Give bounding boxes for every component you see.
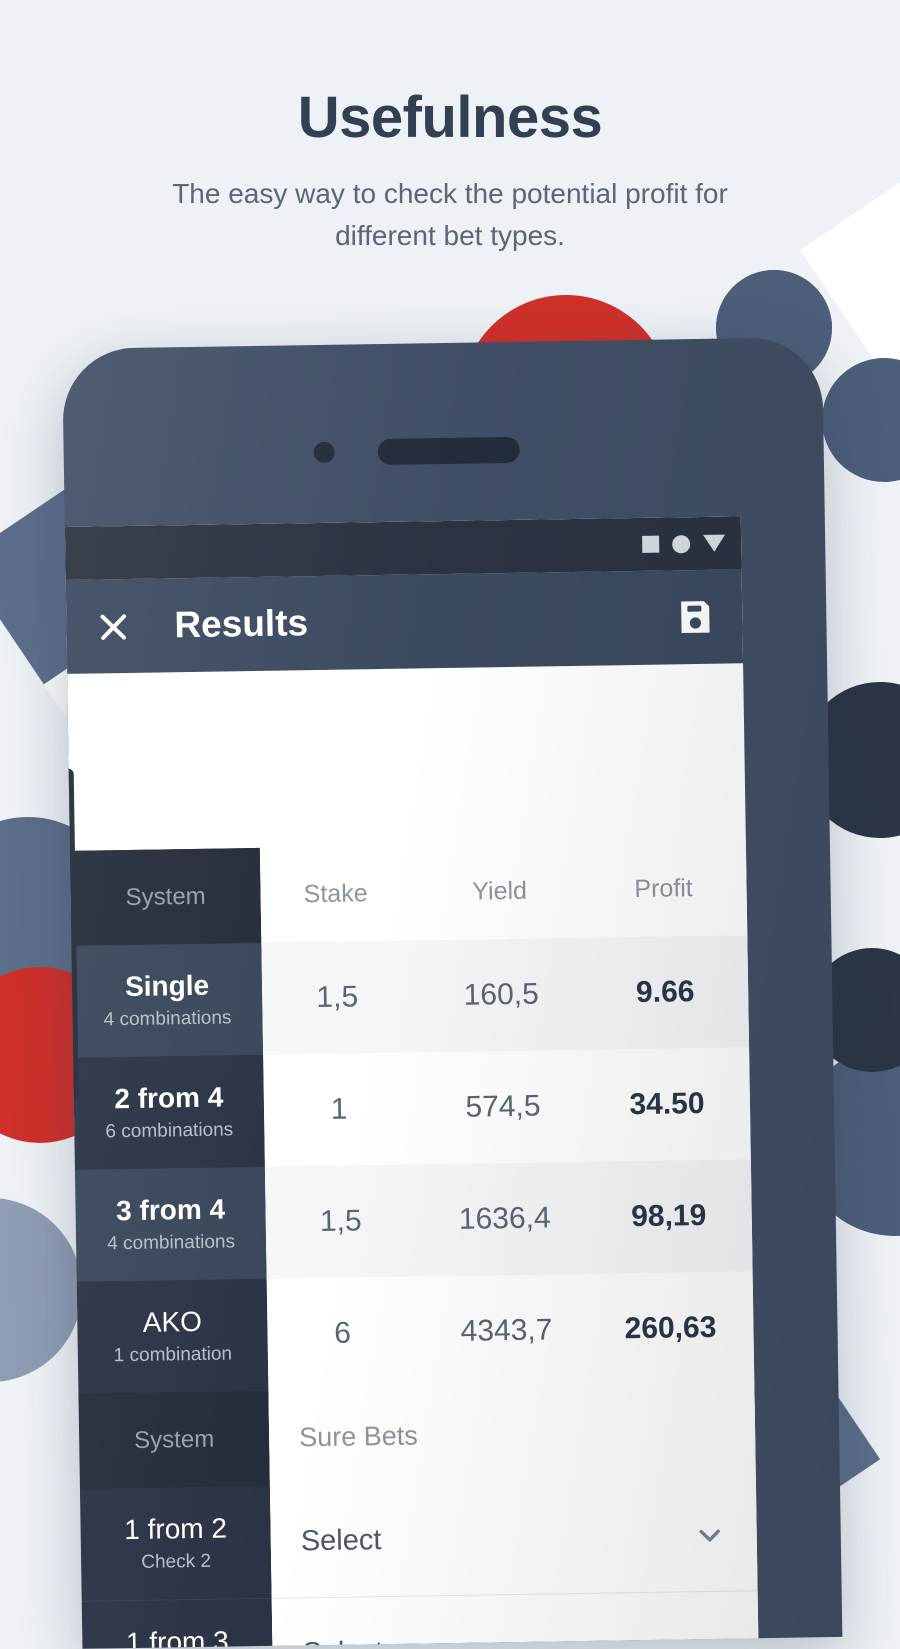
column-headers: Stake Yield Profit [259,840,748,943]
earpiece-speaker [377,436,520,466]
system-name: 2 from 4 [114,1081,224,1115]
results-table: System Single 4 combinations 2 from 4 6 … [69,840,759,1649]
page-title: Usefulness [297,85,603,150]
sure-bet-system: 1 from 2 [123,1512,228,1546]
page-subtitle: The easy way to check the potential prof… [172,177,728,251]
app-bar-title: Results [174,602,309,646]
system-combinations: 4 combinations [107,1231,236,1255]
front-camera-icon [313,441,335,464]
system-combinations: 4 combinations [103,1007,232,1031]
cell-stake: 6 [333,1316,352,1350]
column-header-yield: Yield [472,876,528,906]
table-row[interactable]: AKO 1 combination [76,1278,269,1394]
table-row[interactable]: 1,5 1636,4 98,19 [264,1159,753,1279]
system-column-header: System [69,847,262,946]
triangle-down-icon [703,534,726,552]
app-bar: Results [65,569,744,674]
cell-stake: 1,5 [319,1204,362,1239]
table-row[interactable]: 3 from 4 4 combinations [74,1166,267,1282]
cell-yield: 574,5 [465,1089,541,1124]
select-value: Select [302,1631,694,1649]
cell-stake: 1,5 [316,980,359,1015]
cell-profit: 260,63 [624,1310,717,1346]
phone-screen: Results System Single 4 combinations 2 f… [64,516,759,1649]
system-name: Single [124,969,210,1003]
column-header-stake: Stake [303,879,368,909]
circle-icon [672,534,691,553]
system-combinations: 1 combination [113,1343,233,1367]
sure-bet-row[interactable]: 1 from 2 Check 2 [79,1485,272,1601]
system-column: System Single 4 combinations 2 from 4 6 … [69,847,274,1649]
cell-profit: 34.50 [629,1086,705,1122]
chevron-down-icon[interactable] [692,1518,727,1553]
table-row[interactable]: 1 574,5 34.50 [263,1047,751,1167]
table-row[interactable]: 2 from 4 6 combinations [73,1054,265,1170]
chevron-up-icon[interactable] [694,1630,729,1649]
sure-bets-label: Sure Bets [268,1383,756,1486]
phone-mockup: Results System Single 4 combinations 2 f… [62,337,843,1649]
sure-bet-row[interactable]: 1 from 3 Check 1 [81,1598,274,1649]
system-name: AKO [142,1305,203,1338]
data-column: Stake Yield Profit 1,5 160,5 9.66 1 574,… [259,840,759,1649]
sure-bet-system: 1 from 3 [125,1625,229,1649]
hero-text-block: Usefulness The easy way to check the pot… [0,0,900,257]
system-name: 3 from 4 [115,1193,226,1227]
system-combinations: 6 combinations [105,1119,234,1143]
sure-bet-select-row[interactable]: Select [271,1590,759,1649]
sure-bets-column-header: System [78,1390,270,1489]
cell-stake: 1 [330,1092,348,1126]
cell-yield: 160,5 [463,977,540,1012]
sure-bet-check: Check 2 [141,1550,212,1573]
column-header-profit: Profit [634,874,693,904]
save-icon[interactable] [674,596,717,639]
cell-yield: 1636,4 [458,1201,551,1236]
close-icon[interactable] [92,605,135,648]
table-row[interactable]: 6 4343,7 260,63 [267,1271,755,1391]
table-row[interactable]: 1,5 160,5 9.66 [261,935,750,1055]
select-value: Select [300,1523,382,1557]
table-row[interactable]: Single 4 combinations [71,942,264,1058]
sure-bet-select-row[interactable]: Select [269,1478,758,1598]
square-icon [642,535,660,553]
cell-yield: 4343,7 [460,1313,553,1348]
cell-profit: 98,19 [630,1198,707,1234]
cell-profit: 9.66 [635,975,695,1010]
